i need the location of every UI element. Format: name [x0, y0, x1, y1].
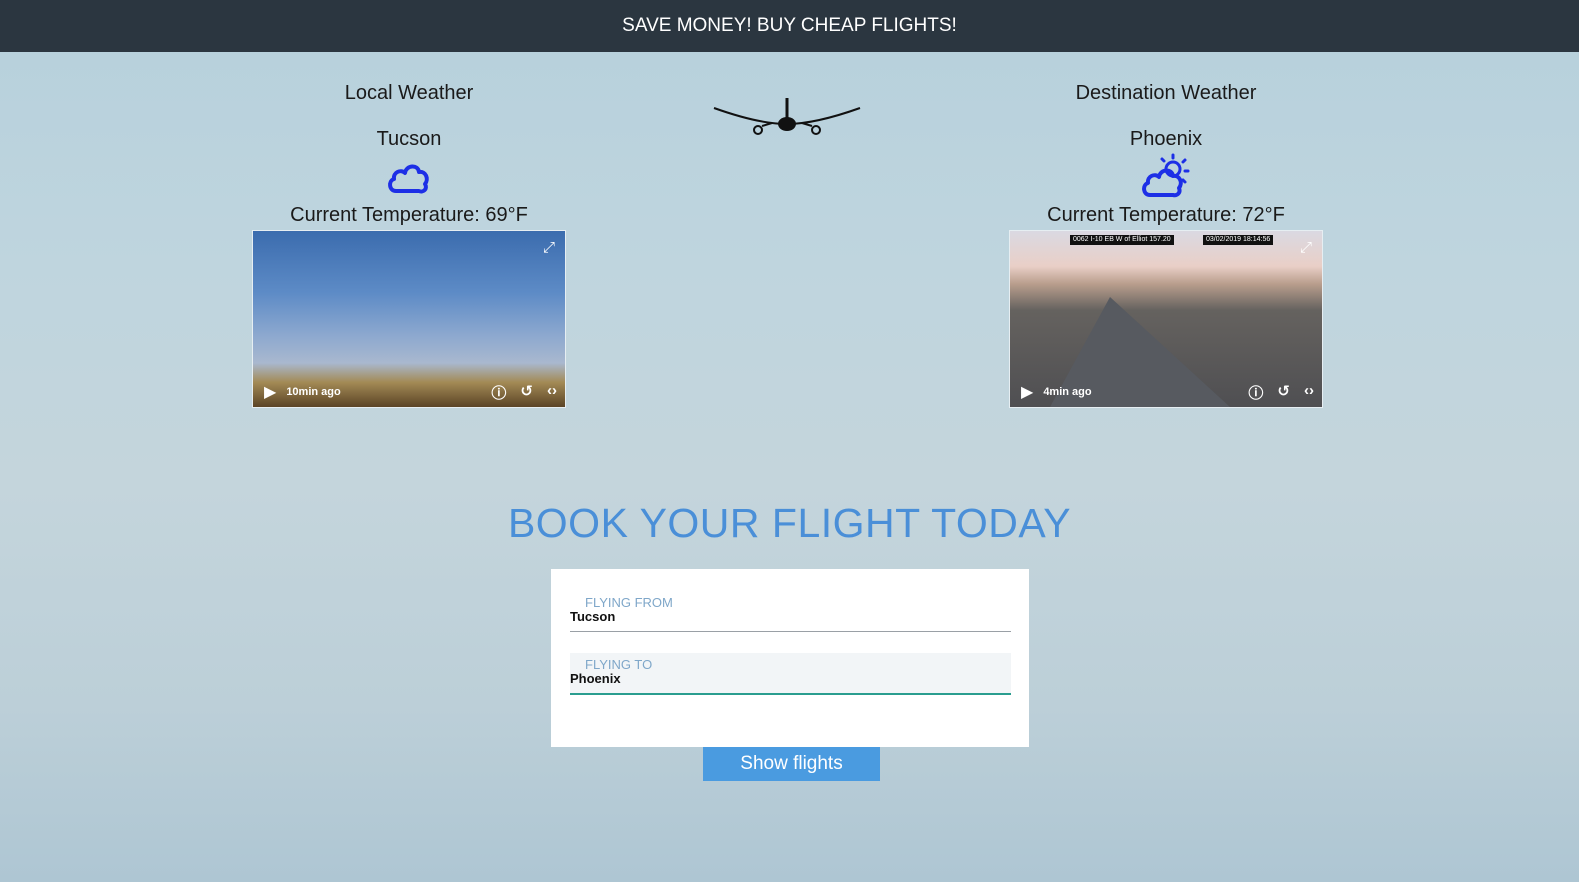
expand-icon[interactable]: ⤢ — [543, 239, 555, 256]
flying-from-field[interactable]: FLYING FROM — [570, 591, 1011, 632]
show-flights-button[interactable]: Show flights — [703, 747, 880, 781]
destination-temperature: Current Temperature: 72°F — [1047, 204, 1285, 226]
webcam-controls: ▶ 10min ago ⓘ ↺ ‹› — [253, 377, 565, 407]
local-weather-heading: Local Weather — [344, 82, 474, 104]
local-temperature: Current Temperature: 69°F — [290, 204, 528, 226]
local-webcam[interactable]: ⤢ ▶ 10min ago ⓘ ↺ ‹› — [252, 230, 566, 408]
webcam-controls: ▶ 4min ago ⓘ ↺ ‹› — [1010, 377, 1322, 407]
webcam-caption-timestamp: 03/02/2019 18:14:56 — [1203, 235, 1274, 245]
booking-form: FLYING FROM FLYING TO — [551, 569, 1029, 747]
cloud-icon — [252, 152, 566, 200]
destination-weather-panel: Destination Weather Phoenix Current Temp… — [1009, 78, 1323, 408]
embed-icon[interactable]: ‹› — [547, 382, 557, 403]
local-weather-panel: Local Weather Tucson Current Temperature… — [252, 78, 566, 408]
local-city: Tucson — [376, 128, 442, 150]
flying-to-field[interactable]: FLYING TO — [570, 653, 1011, 695]
cloud-sun-icon — [1009, 152, 1323, 200]
play-icon[interactable]: ▶ — [264, 382, 276, 402]
embed-icon[interactable]: ‹› — [1304, 382, 1314, 403]
top-banner: SAVE MONEY! BUY CHEAP FLIGHTS! — [0, 0, 1579, 52]
airplane-icon — [713, 98, 861, 135]
flying-to-label: FLYING TO — [585, 657, 653, 672]
destination-weather-heading: Destination Weather — [1075, 82, 1257, 104]
destination-webcam[interactable]: 0062 I-10 EB W of Elliot 157.20 03/02/20… — [1009, 230, 1323, 408]
history-icon[interactable]: ↺ — [520, 382, 533, 403]
flying-from-input[interactable] — [570, 609, 1000, 624]
banner-text: SAVE MONEY! BUY CHEAP FLIGHTS! — [622, 15, 957, 36]
play-icon[interactable]: ▶ — [1021, 382, 1033, 402]
webcam-age: 10min ago — [286, 386, 341, 398]
webcam-age: 4min ago — [1043, 386, 1092, 398]
expand-icon[interactable]: ⤢ — [1300, 239, 1312, 256]
flying-to-input[interactable] — [570, 671, 1000, 686]
webcam-caption-location: 0062 I-10 EB W of Elliot 157.20 — [1070, 235, 1174, 245]
flying-from-label: FLYING FROM — [585, 595, 673, 610]
destination-city: Phoenix — [1129, 128, 1203, 150]
booking-title: BOOK YOUR FLIGHT TODAY — [507, 500, 1072, 546]
history-icon[interactable]: ↺ — [1277, 382, 1290, 403]
info-icon[interactable]: ⓘ — [491, 382, 506, 403]
info-icon[interactable]: ⓘ — [1248, 382, 1263, 403]
